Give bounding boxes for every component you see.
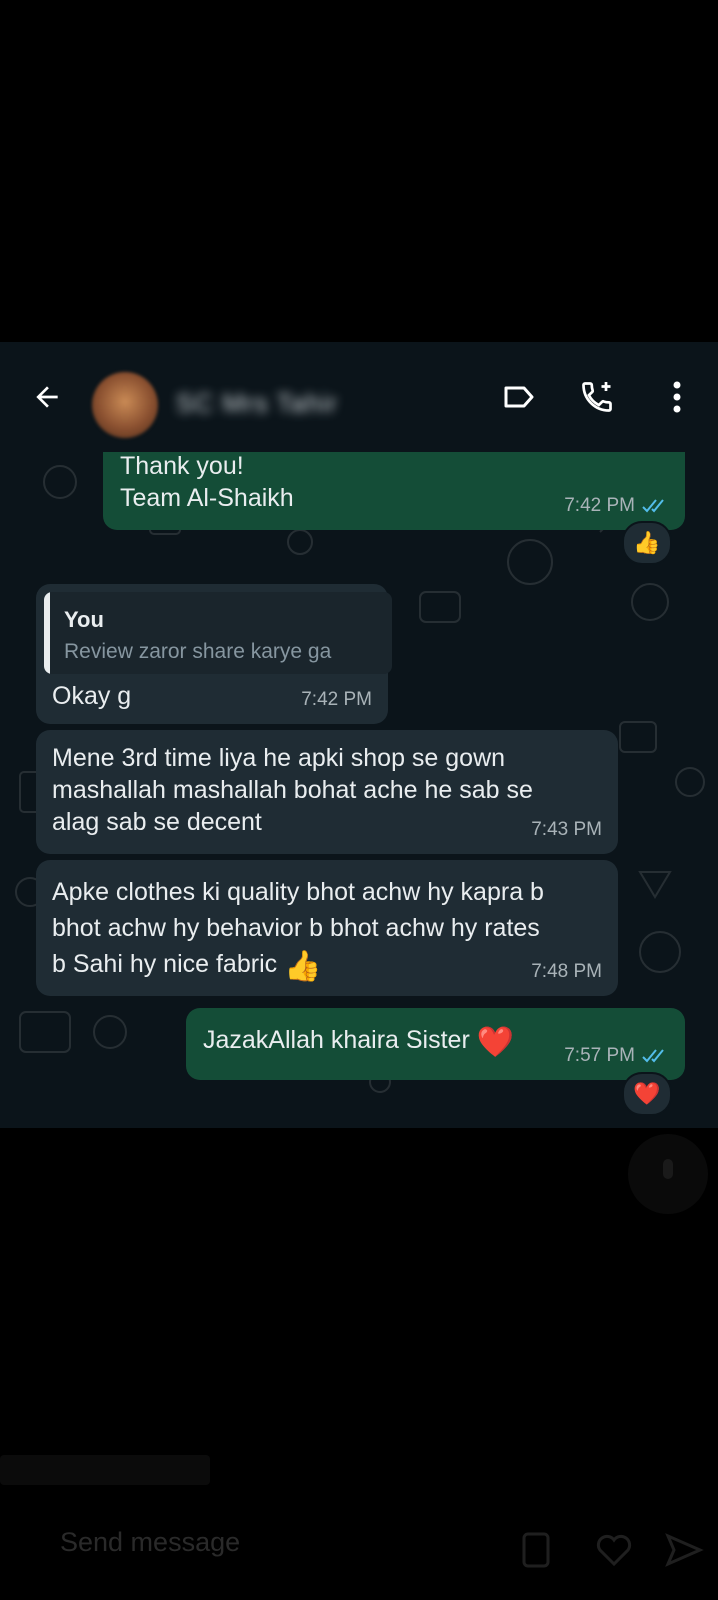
message-time: 7:42 PM [564,495,635,516]
thumbs-up-emoji: 👍 [284,950,322,983]
message-meta: 7:43 PM [531,814,602,846]
quote-author: You [64,607,104,632]
more-vert-icon [673,381,681,413]
label-button[interactable] [494,372,544,422]
message-time: 7:57 PM [564,1045,635,1066]
incoming-message[interactable]: Mene 3rd time liya he apki shop se gown … [36,730,618,854]
double-check-read-icon [642,499,664,513]
attachment-icon[interactable] [516,1530,556,1570]
double-check-read-icon [642,1049,664,1063]
mic-button[interactable] [628,1134,708,1214]
avatar[interactable] [92,372,158,438]
message-time: 7:43 PM [531,819,602,840]
message-reaction[interactable]: 👍 [622,521,672,565]
contact-name[interactable]: SC Mrs Tahir [176,388,338,419]
more-options-button[interactable] [652,372,702,422]
message-meta: 7:57 PM [564,1040,669,1072]
quote-text: Review zaror share karye ga [64,640,332,663]
chat-screenshot: SC Mrs Tahir Thank you! Team Al-Shaikh 7… [0,342,718,1128]
outgoing-message[interactable]: JazakAllah khaira Sister ❤️ 7:57 PM [186,1008,685,1080]
heart-outline-icon[interactable] [594,1530,634,1570]
send-icon[interactable] [664,1530,704,1570]
send-message-input[interactable]: Send message [60,1527,240,1558]
back-button[interactable] [22,372,72,422]
arrow-left-icon [36,386,58,408]
heart-emoji: ❤️ [476,1026,515,1059]
message-meta: 7:42 PM [301,684,372,716]
incoming-message[interactable]: Apke clothes ki quality bhot achw hy kap… [36,860,618,996]
message-meta: 7:42 PM [564,490,669,522]
message-time: 7:48 PM [531,961,602,982]
mic-icon [663,1159,673,1179]
quote-bar [44,592,50,674]
faint-bar [0,1455,210,1485]
message-time: 7:42 PM [301,689,372,710]
add-call-icon [582,382,612,412]
message-text: JazakAllah khaira Sister [203,1026,470,1054]
incoming-message[interactable]: You Review zaror share karye ga Okay g 7… [36,584,392,724]
label-icon [504,386,534,408]
message-meta: 7:48 PM [531,956,602,988]
chat-header: SC Mrs Tahir [0,342,718,452]
quoted-message[interactable]: You Review zaror share karye ga [44,592,392,674]
add-call-button[interactable] [572,372,622,422]
message-text: Okay g [52,682,132,710]
message-reaction[interactable]: ❤️ [622,1072,672,1116]
